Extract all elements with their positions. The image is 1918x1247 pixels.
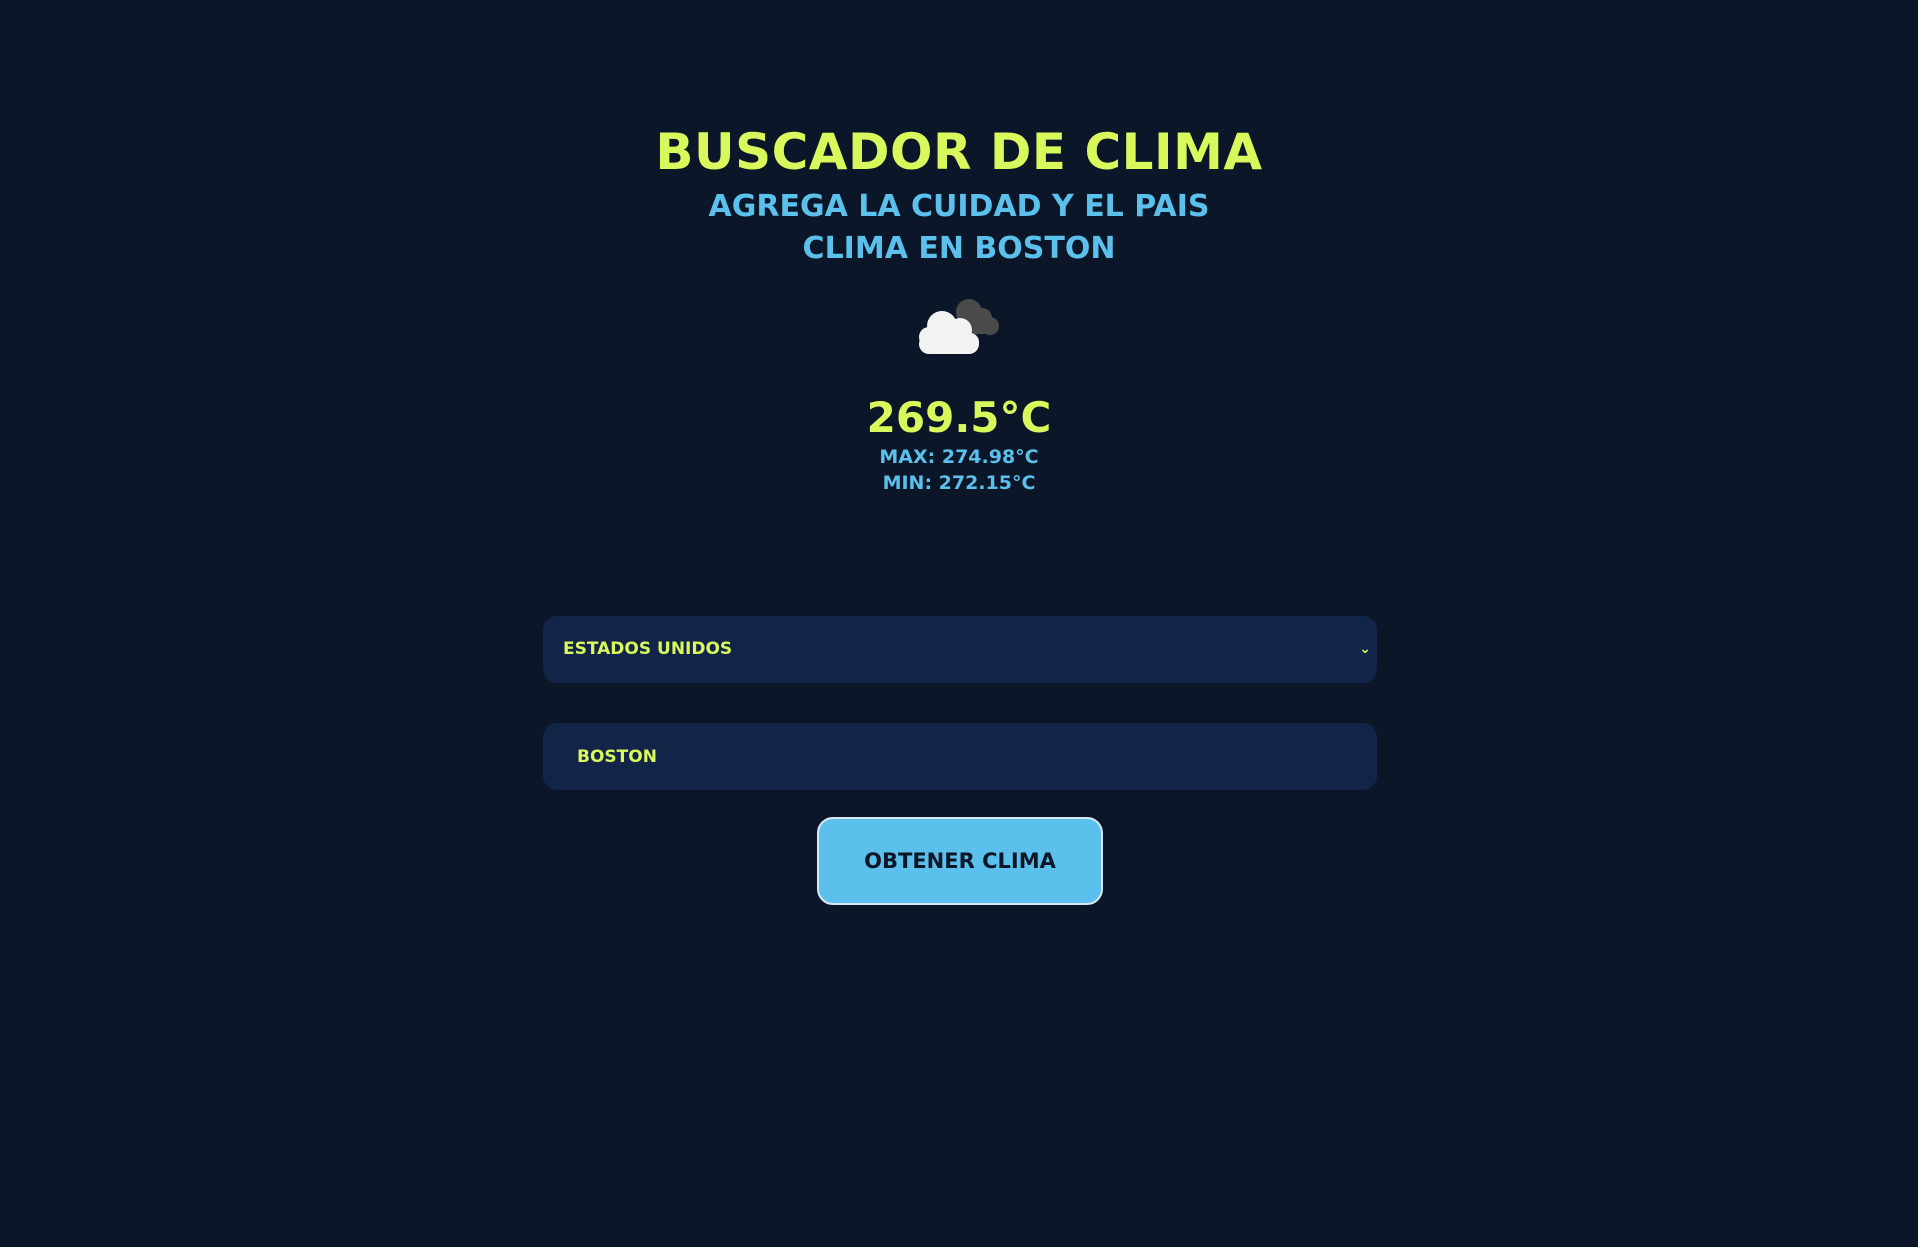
header: BUSCADOR DE CLIMA AGREGA LA CUIDAD Y EL …	[0, 118, 1918, 270]
get-weather-button[interactable]: OBTENER CLIMA	[817, 817, 1103, 905]
page-subtitle: AGREGA LA CUIDAD Y EL PAIS	[708, 189, 1210, 224]
cloud-icon	[914, 292, 1006, 356]
weather-app: BUSCADOR DE CLIMA AGREGA LA CUIDAD Y EL …	[0, 0, 1918, 1247]
temperature-block: 269.5°C MAX: 274.98°C MIN: 272.15°C	[0, 392, 1918, 496]
max-temperature: MAX: 274.98°C	[879, 446, 1039, 468]
chevron-down-icon: ⌄	[1359, 641, 1371, 657]
country-select[interactable]: ESTADOS UNIDOS ⌄	[543, 616, 1377, 683]
city-input[interactable]	[543, 723, 1377, 790]
page-title: BUSCADOR DE CLIMA	[655, 123, 1263, 181]
city-heading: CLIMA EN BOSTON	[802, 231, 1116, 266]
current-temperature: 269.5°C	[866, 393, 1052, 442]
min-temperature: MIN: 272.15°C	[882, 472, 1036, 494]
country-select-value: ESTADOS UNIDOS	[563, 639, 733, 659]
